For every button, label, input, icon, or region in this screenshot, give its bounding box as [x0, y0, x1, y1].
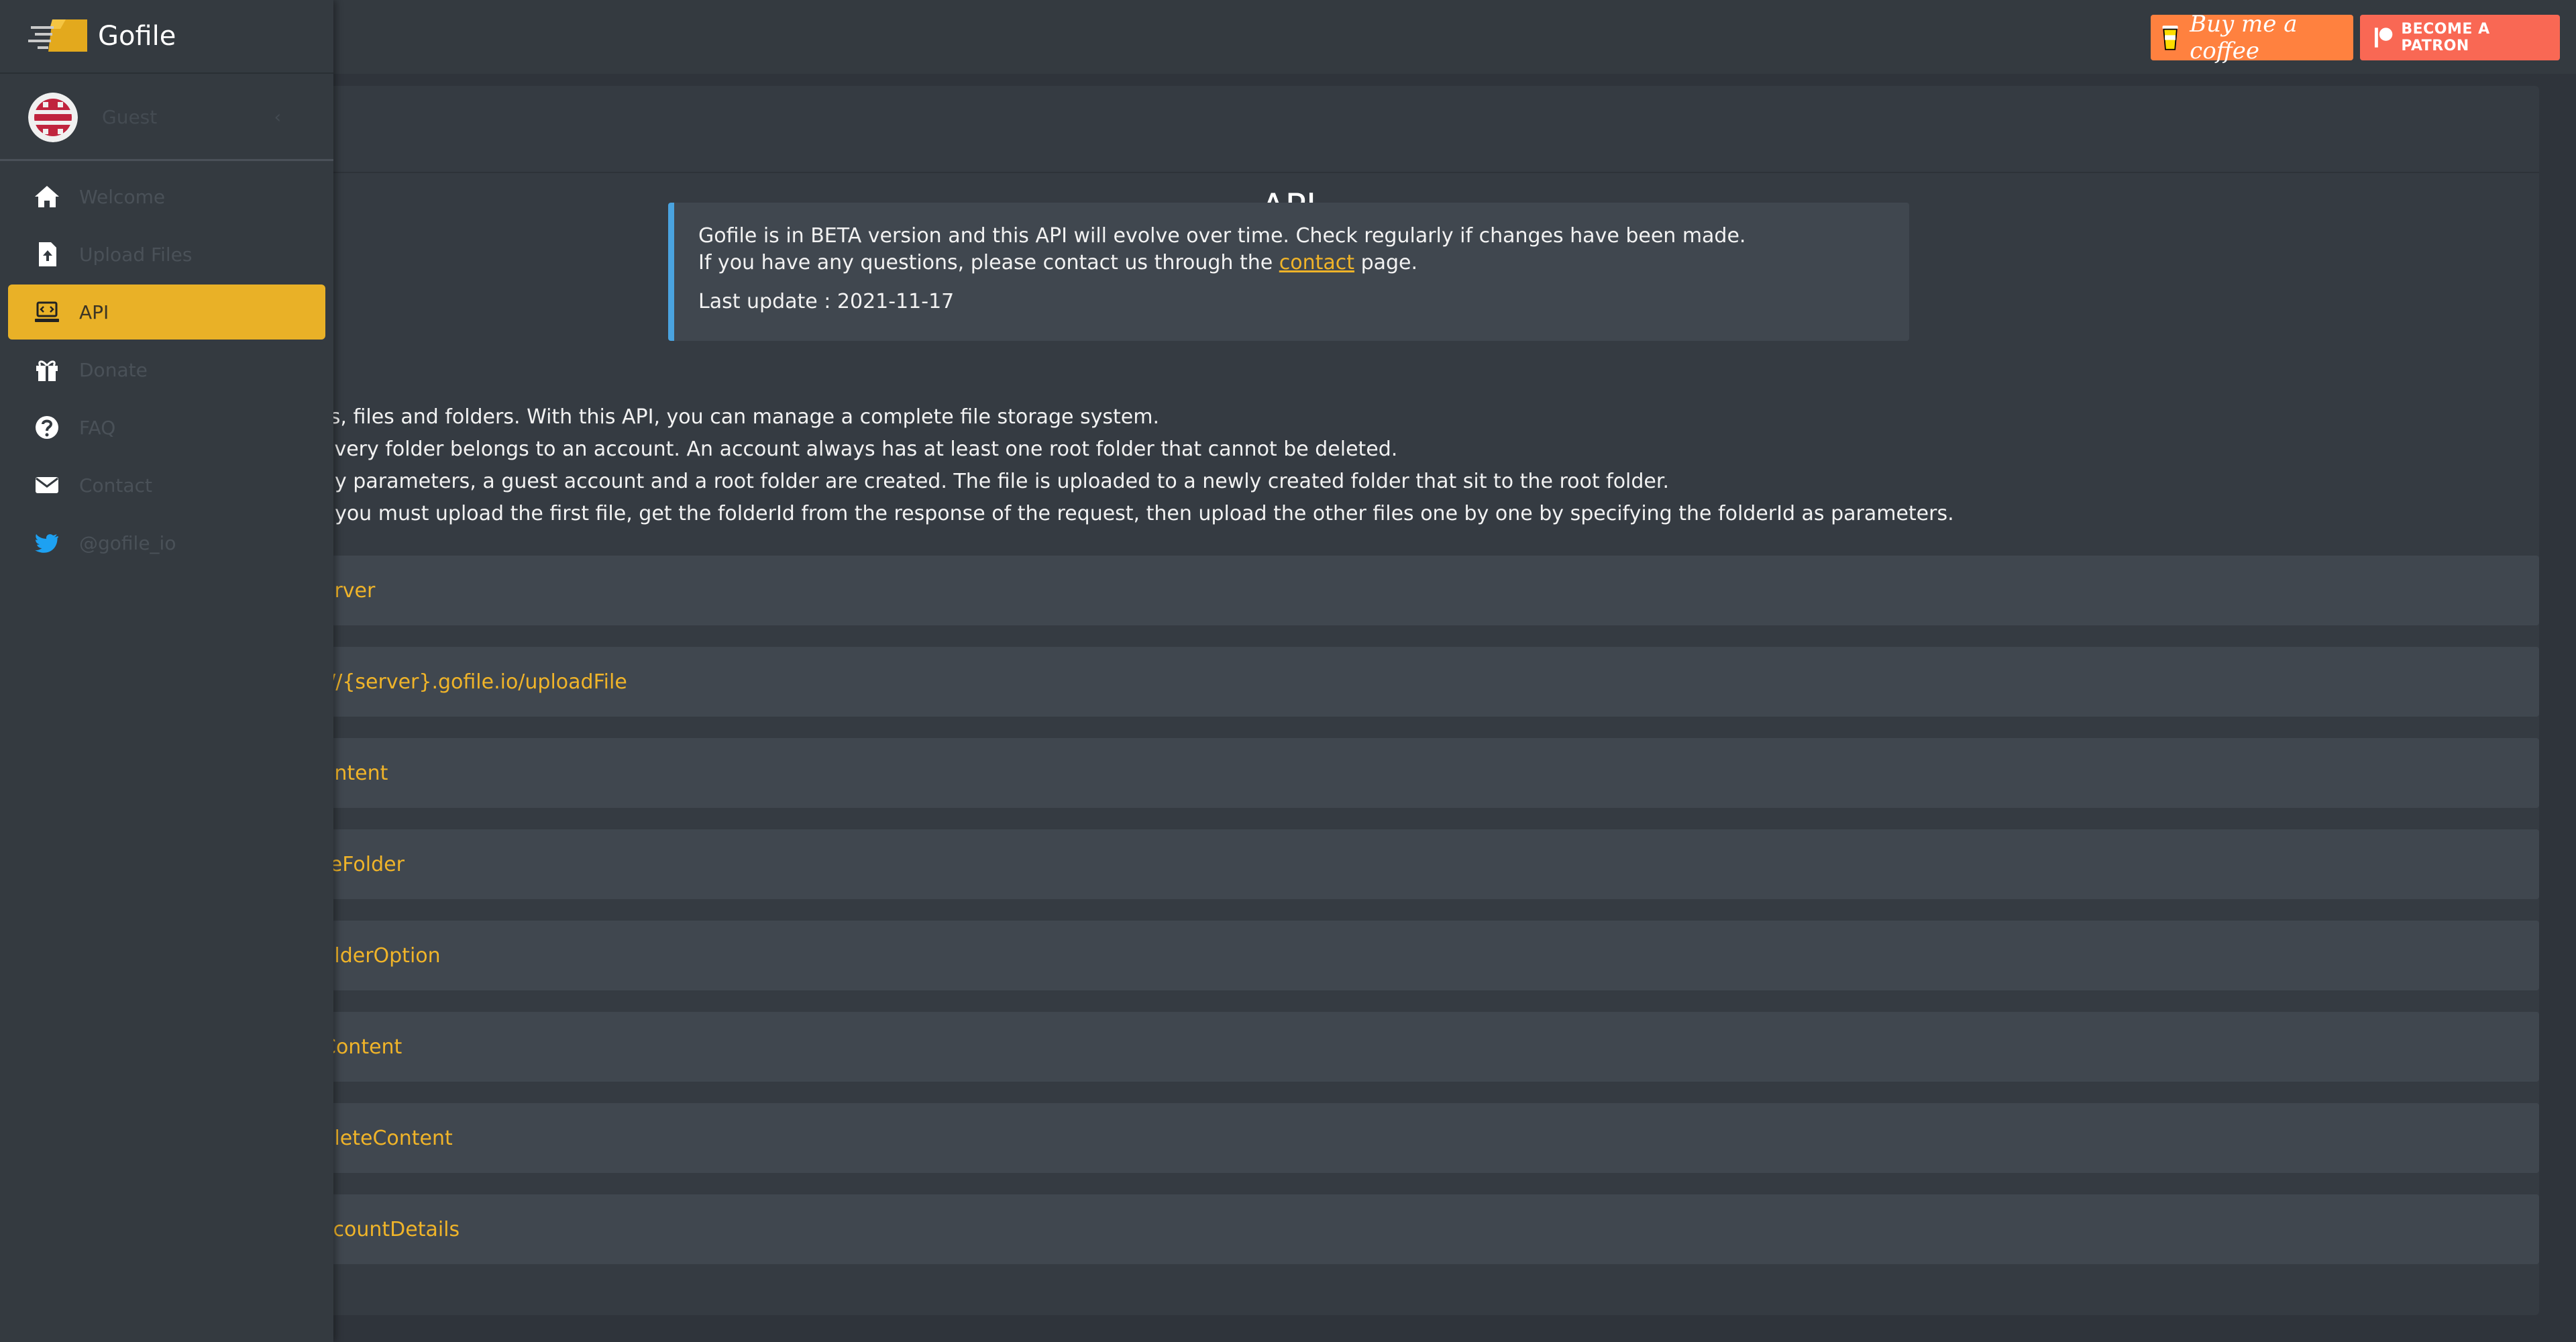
- info-line-2-post: page.: [1354, 251, 1418, 274]
- beta-info-box: Gofile is in BETA version and this API w…: [668, 203, 1909, 341]
- intro-paragraph: ny parameters, a guest account and a roo…: [322, 470, 1669, 493]
- buy-me-a-coffee-button[interactable]: Buy me a coffee: [2151, 11, 2353, 64]
- endpoint-title: eleteContent: [322, 1126, 453, 1150]
- envelope-icon: [36, 477, 58, 493]
- sidebar-item-contact[interactable]: Contact: [8, 458, 325, 513]
- endpoint-title: Content: [322, 1035, 402, 1059]
- sidebar-item-label: Donate: [79, 358, 148, 381]
- sidebar-item-label: Contact: [79, 474, 152, 497]
- user-row[interactable]: Guest ‹: [0, 75, 333, 161]
- coffee-cup-icon: [2162, 25, 2178, 50]
- gofile-logo-icon: [28, 19, 87, 52]
- endpoint-accordion-setfolderoption[interactable]: olderOption: [322, 921, 2539, 990]
- intro-paragraph: ts, files and folders. With this API, yo…: [322, 405, 1159, 429]
- sidebar-menu: Welcome Upload Files API Donate FAQ Cont…: [0, 169, 333, 573]
- sidebar-item-label: @gofile_io: [79, 531, 176, 554]
- intro-paragraph: , you must upload the first file, get th…: [322, 502, 1954, 525]
- endpoint-title: ccountDetails: [322, 1217, 460, 1241]
- sidebar-item-twitter[interactable]: @gofile_io: [8, 515, 325, 570]
- question-icon: [36, 416, 58, 439]
- sidebar-item-api[interactable]: API: [8, 285, 325, 340]
- info-line-2-pre: If you have any questions, please contac…: [698, 251, 1279, 274]
- last-update: Last update : 2021-11-17: [698, 290, 955, 313]
- sidebar-item-label: Upload Files: [79, 243, 193, 266]
- sidebar: Gofile Guest ‹ Welcome Upload Files API …: [0, 0, 333, 1342]
- sidebar-item-label: Welcome: [79, 185, 166, 208]
- laptop-code-icon: [35, 301, 59, 322]
- patron-label: BECOME A PATRON: [2401, 21, 2490, 54]
- sidebar-item-label: API: [79, 301, 109, 323]
- top-bar: Buy me a coffee BECOME A PATRON: [0, 0, 2576, 74]
- endpoint-title: teFolder: [322, 852, 405, 876]
- sidebar-item-welcome[interactable]: Welcome: [8, 169, 325, 224]
- info-line-2: If you have any questions, please contac…: [698, 250, 1885, 276]
- endpoint-accordion-uploadfile[interactable]: ://{server}.gofile.io/uploadFile: [322, 647, 2539, 717]
- intro-paragraph: every folder belongs to an account. An a…: [322, 437, 1398, 461]
- info-line-1: Gofile is in BETA version and this API w…: [698, 224, 1746, 248]
- endpoint-accordion-getaccountdetails[interactable]: ccountDetails: [322, 1194, 2539, 1264]
- endpoint-title: olderOption: [322, 943, 441, 968]
- become-a-patron-button[interactable]: BECOME A PATRON: [2360, 15, 2560, 60]
- file-upload-icon: [39, 242, 56, 266]
- endpoint-accordion-deletecontent[interactable]: eleteContent: [322, 1103, 2539, 1173]
- card-header: [322, 86, 2539, 173]
- sidebar-item-upload-files[interactable]: Upload Files: [8, 227, 325, 282]
- endpoint-accordion-getcontent[interactable]: ontent: [322, 738, 2539, 808]
- intro-text: ts, files and folders. With this API, yo…: [322, 401, 1954, 530]
- coffee-label: Buy me a coffee: [2190, 11, 2298, 64]
- sidebar-item-label: FAQ: [79, 416, 116, 439]
- main-card: API Gofile is in BETA version and this A…: [322, 86, 2539, 1315]
- brand-name: Gofile: [98, 21, 176, 52]
- avatar: [28, 92, 78, 142]
- home-icon: [35, 186, 59, 207]
- user-name: Guest: [102, 106, 158, 128]
- chevron-left-icon[interactable]: ‹: [274, 107, 281, 127]
- endpoint-accordion-getserver[interactable]: erver: [322, 556, 2539, 625]
- endpoint-accordion-createfolder[interactable]: teFolder: [322, 829, 2539, 899]
- endpoint-accordion-copycontent[interactable]: Content: [322, 1012, 2539, 1082]
- sidebar-item-faq[interactable]: FAQ: [8, 400, 325, 455]
- endpoint-title: ://{server}.gofile.io/uploadFile: [322, 670, 627, 694]
- patreon-icon: [2374, 28, 2393, 48]
- twitter-icon: [35, 534, 58, 553]
- sidebar-item-donate[interactable]: Donate: [8, 342, 325, 397]
- gift-icon: [36, 360, 58, 381]
- contact-link[interactable]: contact: [1279, 251, 1354, 274]
- brand[interactable]: Gofile: [0, 0, 333, 74]
